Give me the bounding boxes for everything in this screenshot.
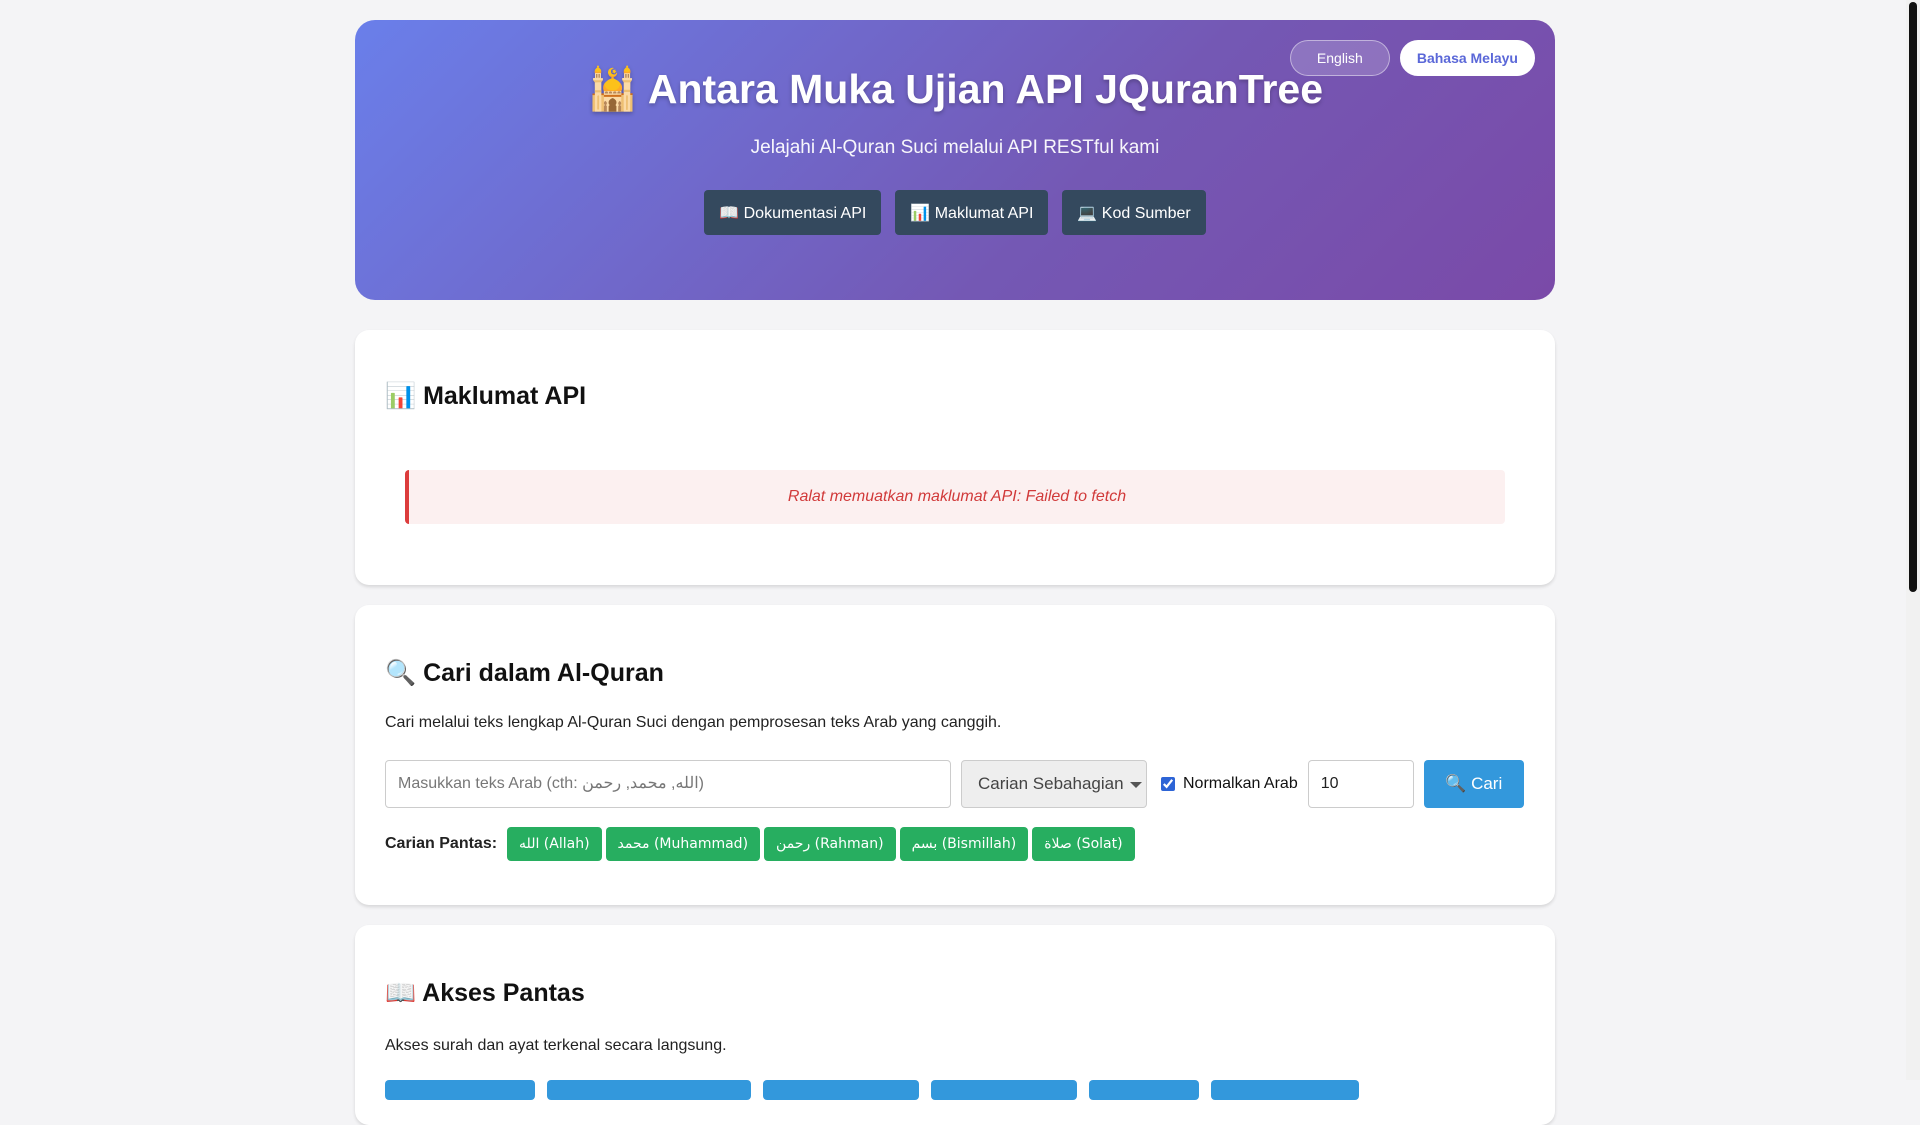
- header-nav: 📖 Dokumentasi API 📊 Maklumat API 💻 Kod S…: [355, 190, 1555, 235]
- search-card: 🔍 Cari dalam Al-Quran Cari melalui teks …: [355, 605, 1555, 905]
- quick-search-muhammad[interactable]: محمد (Muhammad): [605, 827, 761, 861]
- quick-access-buttons: [385, 1080, 1359, 1100]
- quick-access-description: Akses surah dan ayat terkenal secara lan…: [385, 1037, 727, 1054]
- quick-access-heading: 📖 Akses Pantas: [385, 979, 585, 1007]
- page-scrollbar[interactable]: [1906, 0, 1920, 1080]
- search-input[interactable]: [385, 760, 951, 808]
- error-message: Ralat memuatkan maklumat API: Failed to …: [405, 470, 1505, 524]
- quick-access-button[interactable]: [931, 1080, 1077, 1100]
- search-form: Carian Sebahagian Normalkan Arab 🔍 Cari: [385, 760, 1524, 808]
- quick-search-rahman[interactable]: رحمن (Rahman): [764, 827, 896, 861]
- api-info-card: 📊 Maklumat API Ralat memuatkan maklumat …: [355, 330, 1555, 585]
- normalize-arabic-checkbox[interactable]: [1161, 777, 1175, 791]
- normalize-arabic-option[interactable]: Normalkan Arab: [1161, 775, 1298, 793]
- search-mode-value: Carian Sebahagian: [978, 774, 1124, 793]
- chevron-down-icon: [1130, 782, 1142, 788]
- quick-access-button[interactable]: [385, 1080, 535, 1100]
- quick-search-label: Carian Pantas:: [385, 835, 498, 852]
- page-container: English Bahasa Melayu 🕌 Antara Muka Ujia…: [355, 20, 1555, 1125]
- api-info-button[interactable]: 📊 Maklumat API: [895, 190, 1049, 235]
- search-button[interactable]: 🔍 Cari: [1423, 760, 1524, 808]
- search-heading: 🔍 Cari dalam Al-Quran: [385, 659, 664, 687]
- result-limit-input[interactable]: [1307, 760, 1414, 808]
- page-title: 🕌 Antara Muka Ujian API JQuranTree: [586, 66, 1324, 112]
- hero-header: English Bahasa Melayu 🕌 Antara Muka Ujia…: [355, 20, 1555, 300]
- quick-access-button[interactable]: [1089, 1080, 1199, 1100]
- quick-search-allah[interactable]: الله (Allah): [507, 827, 602, 861]
- source-code-button[interactable]: 💻 Kod Sumber: [1062, 190, 1206, 235]
- scrollbar-thumb[interactable]: [1909, 2, 1917, 592]
- quick-search: Carian Pantas: الله (Allah) محمد (Muhamm…: [385, 827, 1135, 861]
- search-description: Cari melalui teks lengkap Al-Quran Suci …: [385, 714, 1002, 731]
- quick-access-button[interactable]: [547, 1080, 751, 1100]
- quick-search-solat[interactable]: صلاة (Solat): [1032, 827, 1135, 861]
- search-mode-select[interactable]: Carian Sebahagian: [961, 760, 1147, 808]
- api-info-heading: 📊 Maklumat API: [385, 382, 587, 410]
- quick-search-bismillah[interactable]: بسم (Bismillah): [899, 827, 1029, 861]
- quick-access-button[interactable]: [763, 1080, 919, 1100]
- api-docs-button[interactable]: 📖 Dokumentasi API: [704, 190, 882, 235]
- normalize-arabic-label: Normalkan Arab: [1183, 775, 1298, 792]
- quick-access-button[interactable]: [1211, 1080, 1359, 1100]
- quick-access-card: 📖 Akses Pantas Akses surah dan ayat terk…: [355, 925, 1555, 1125]
- page-subtitle: Jelajahi Al-Quran Suci melalui API RESTf…: [750, 137, 1160, 158]
